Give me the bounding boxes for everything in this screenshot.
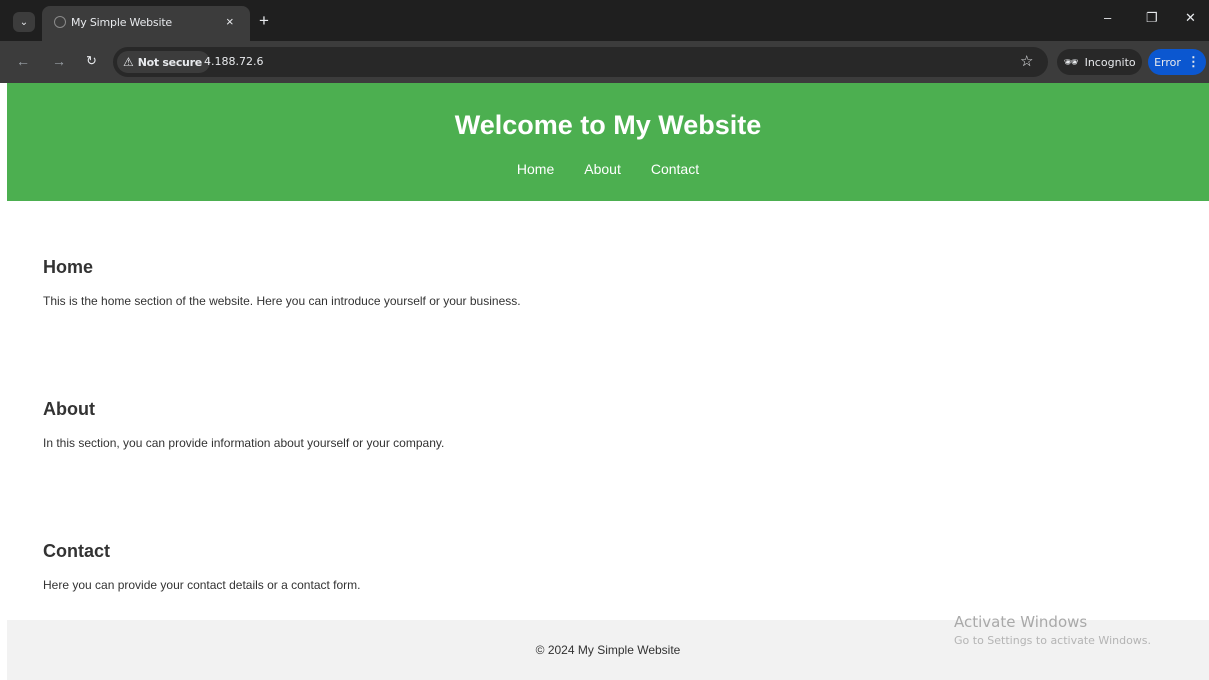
site-header: Welcome to My Website Home About Contact — [7, 83, 1209, 201]
close-window-icon[interactable]: ✕ — [1185, 10, 1196, 26]
section-about: About In this section, you can provide i… — [43, 399, 444, 450]
section-text: In this section, you can provide informa… — [43, 436, 445, 450]
tab-menu-icon[interactable]: ⌄ — [13, 12, 35, 32]
security-chip[interactable]: ⚠ Not secure — [117, 51, 210, 73]
bookmark-star-icon[interactable]: ☆ — [1020, 52, 1033, 70]
address-bar[interactable]: ⚠ Not secure 4.188.72.6 — [113, 47, 1048, 77]
web-page: Welcome to My Website Home About Contact… — [7, 83, 1209, 680]
restore-icon[interactable]: ❐ — [1146, 10, 1158, 26]
reload-icon[interactable]: ↻ — [86, 53, 97, 69]
activation-title: Activate Windows — [954, 613, 1088, 631]
site-nav: Home About Contact — [7, 161, 1209, 177]
nav-link-contact[interactable]: Contact — [651, 161, 699, 177]
section-heading: Home — [43, 257, 94, 277]
section-text: Here you can provide your contact detail… — [43, 578, 361, 592]
incognito-label: Incognito — [1084, 55, 1136, 69]
tab-title: My Simple Website — [71, 16, 173, 29]
url-text[interactable]: 4.188.72.6 — [204, 55, 263, 68]
error-button[interactable]: Error ⋮ — [1148, 49, 1206, 75]
browser-chrome: ⌄ My Simple Website × + – ❐ ✕ ← → ↻ ⚠ No… — [0, 0, 1209, 83]
section-contact: Contact Here you can provide your contac… — [43, 541, 361, 592]
error-label: Error — [1154, 55, 1181, 69]
section-text: This is the home section of the website.… — [43, 294, 521, 308]
section-heading: Contact — [43, 541, 110, 561]
activation-watermark: Activate Windows Go to Settings to activ… — [954, 613, 1151, 647]
tab-strip: ⌄ My Simple Website × + – ❐ ✕ — [0, 0, 1209, 41]
warning-icon: ⚠ — [123, 55, 134, 69]
incognito-chip[interactable]: 🕶 Incognito — [1057, 49, 1142, 75]
security-label: Not secure — [137, 55, 202, 69]
section-heading: About — [43, 399, 95, 419]
nav-link-home[interactable]: Home — [517, 161, 554, 177]
activation-subtitle: Go to Settings to activate Windows. — [954, 634, 1152, 647]
forward-icon[interactable]: → — [52, 53, 66, 69]
new-tab-icon[interactable]: + — [259, 11, 269, 31]
incognito-icon: 🕶 — [1063, 55, 1079, 69]
section-home: Home This is the home section of the web… — [43, 257, 521, 308]
nav-link-about[interactable]: About — [584, 161, 621, 177]
browser-toolbar: ← → ↻ ⚠ Not secure 4.188.72.6 ☆ 🕶 Incogn… — [0, 41, 1209, 83]
minimize-icon[interactable]: – — [1104, 10, 1111, 25]
favicon-icon — [54, 16, 66, 28]
back-icon[interactable]: ← — [16, 53, 30, 69]
browser-tab[interactable]: My Simple Website × — [42, 6, 250, 41]
site-title: Welcome to My Website — [454, 110, 762, 140]
more-icon: ⋮ — [1186, 54, 1200, 69]
tab-close-icon[interactable]: × — [226, 14, 234, 29]
